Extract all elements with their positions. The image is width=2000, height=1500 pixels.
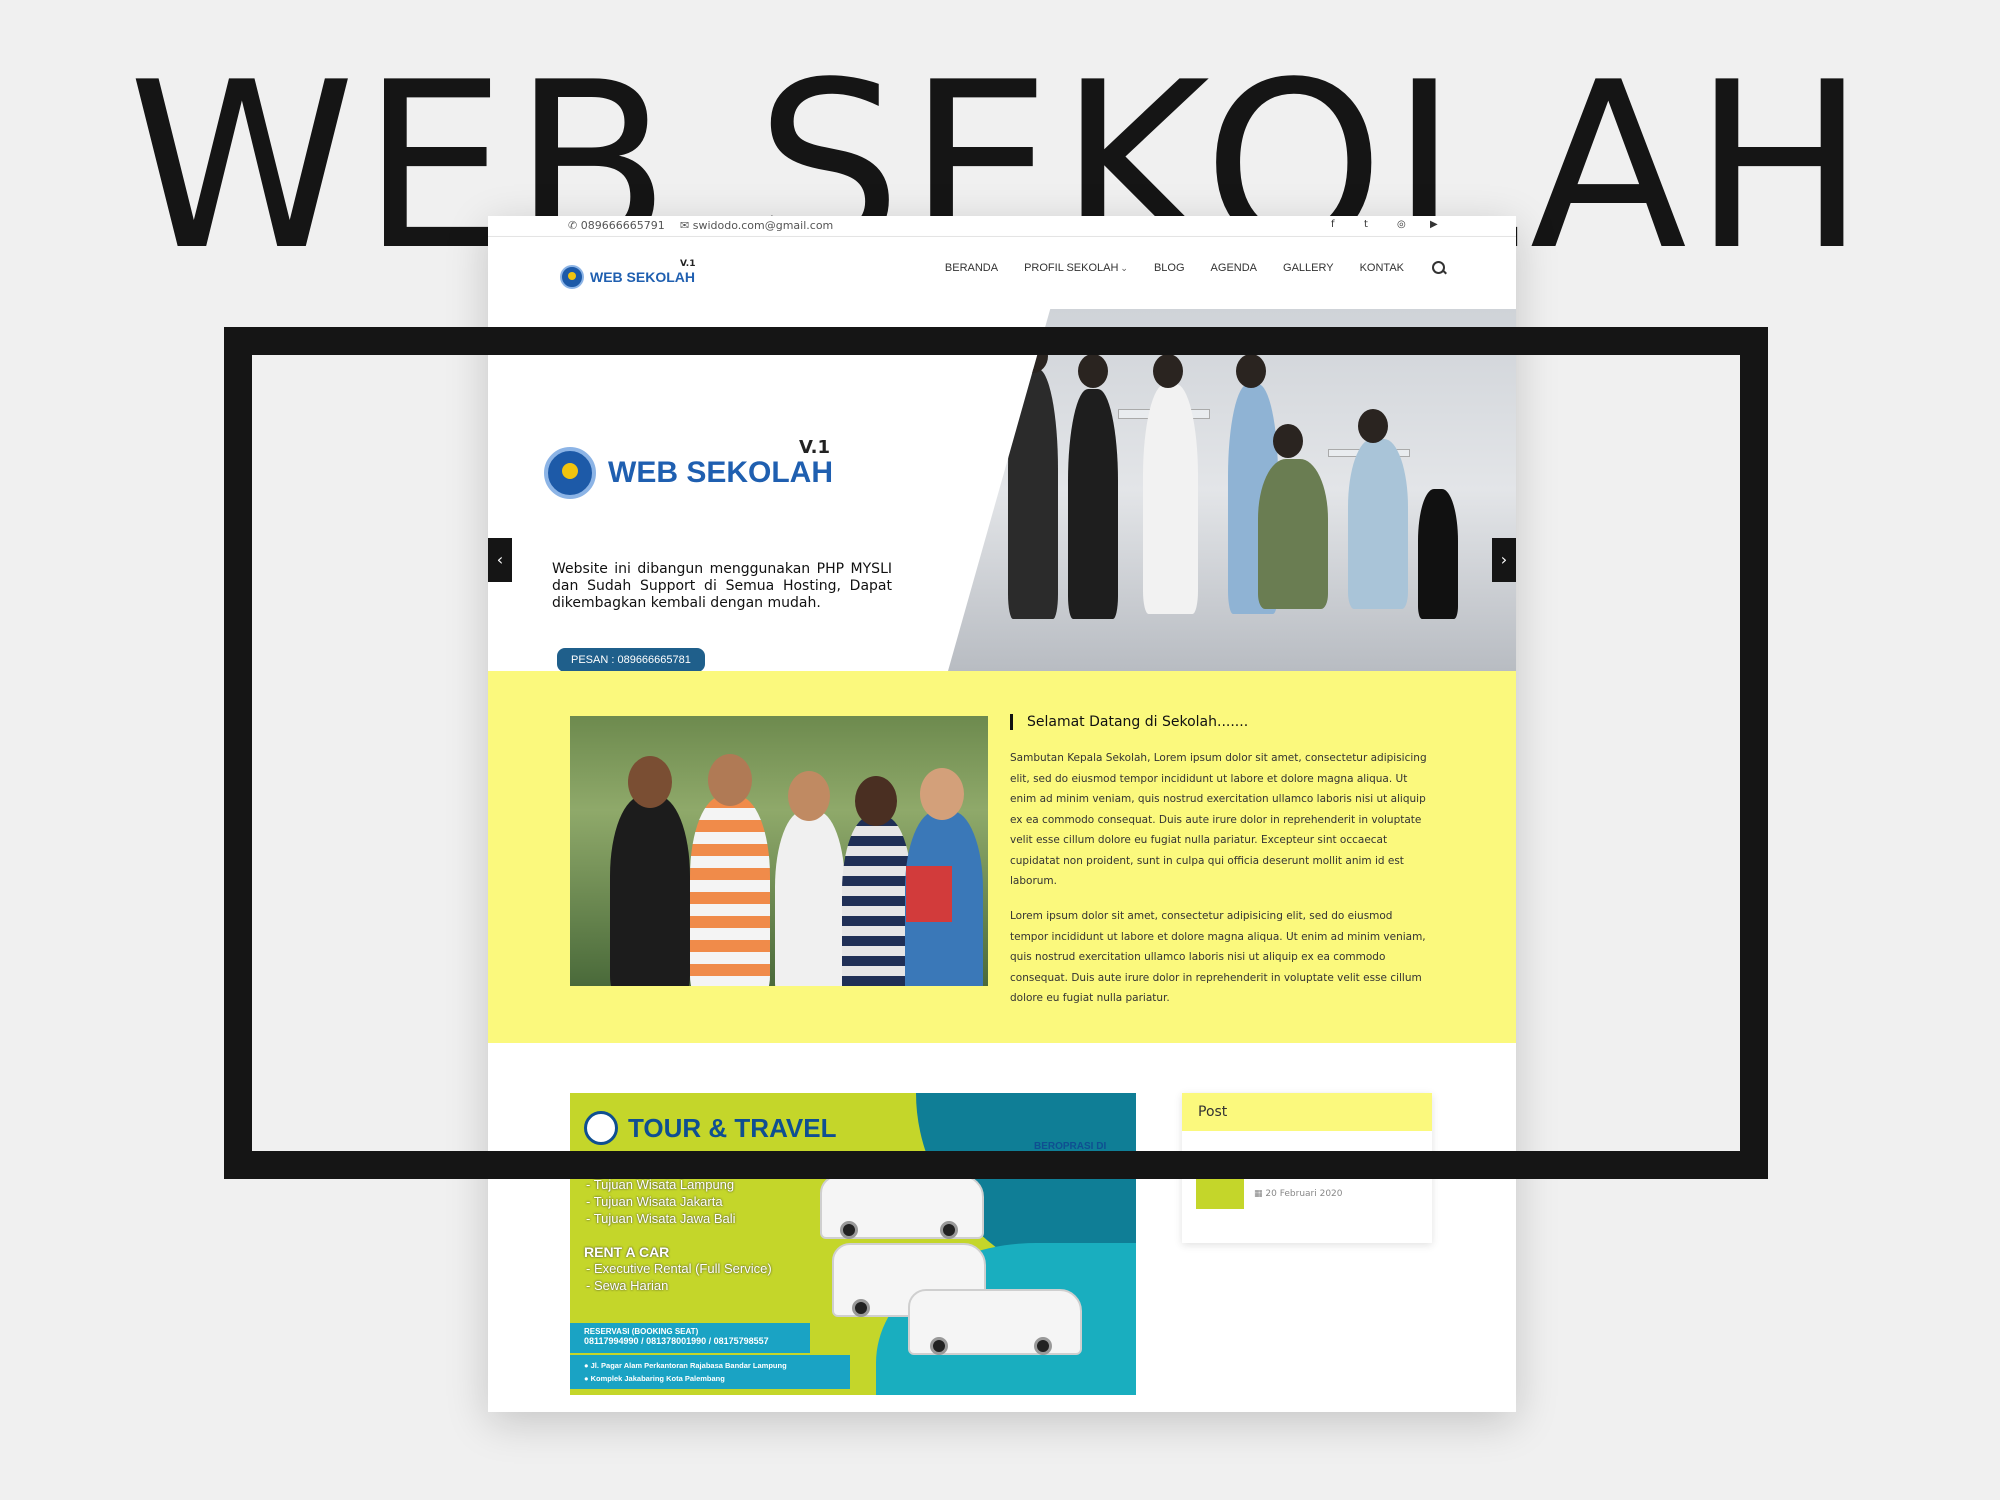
post-widget-heading: Post <box>1182 1093 1432 1131</box>
phone-icon: ✆ <box>568 219 581 232</box>
address-line-1: ● Jl. Pagar Alam Perkantoran Rajabasa Ba… <box>584 1361 787 1370</box>
students-photo <box>570 716 988 986</box>
person-figure <box>1068 389 1118 619</box>
menu-item-blog[interactable]: BLOG <box>1154 262 1185 274</box>
person-head <box>788 771 830 821</box>
school-emblem-icon <box>544 447 596 499</box>
twitter-icon[interactable]: t <box>1364 219 1368 230</box>
person-head <box>628 756 672 808</box>
school-emblem-icon <box>560 265 584 289</box>
main-menu: BERANDA PROFIL SEKOLAH ⌄ BLOG AGENDA GALL… <box>919 261 1446 275</box>
welcome-section: Selamat Datang di Sekolah....... Sambuta… <box>488 671 1516 1043</box>
rent-title: RENT A CAR <box>584 1244 670 1260</box>
person-figure <box>1008 369 1058 619</box>
person-head <box>1078 354 1108 388</box>
post-thumbnail[interactable] <box>1196 1177 1244 1209</box>
menu-item-agenda[interactable]: AGENDA <box>1211 262 1257 274</box>
menu-item-profil-sekolah[interactable]: PROFIL SEKOLAH ⌄ <box>1024 262 1128 274</box>
tour-line-2: - Tujuan Wisata Jakarta <box>586 1194 723 1209</box>
top-bar: ✆ 089666665791 ✉ swidodo.com@gmail.com f… <box>488 216 1516 237</box>
person-figure <box>842 816 912 986</box>
hero-slider: WEB SEKOLAH V.1 Website ini dibangun men… <box>488 309 1516 671</box>
tour-line-1: - Tujuan Wisata Lampung <box>586 1177 735 1192</box>
reservation-label: RESERVASI (BOOKING SEAT) <box>584 1327 699 1336</box>
chair-shape <box>1418 489 1458 619</box>
wheel-shape <box>930 1337 948 1355</box>
calendar-icon: ▦ <box>1254 1189 1266 1199</box>
topbar-email[interactable]: ✉ swidodo.com@gmail.com <box>680 219 833 232</box>
banner-title: TOUR & TRAVEL <box>628 1113 837 1143</box>
site-logo[interactable]: WEB SEKOLAH V.1 <box>560 259 696 289</box>
person-head <box>1153 354 1183 388</box>
topbar-phone-text: 089666665791 <box>580 219 665 232</box>
address-line-1-text: Jl. Pagar Alam Perkantoran Rajabasa Band… <box>590 1361 787 1370</box>
hero-logo: WEB SEKOLAH V.1 <box>544 437 833 499</box>
wheel-shape <box>840 1221 858 1239</box>
wheel-shape <box>940 1221 958 1239</box>
youtube-icon[interactable]: ▶ <box>1430 219 1438 230</box>
person-head <box>920 768 964 820</box>
person-head <box>855 776 897 826</box>
slider-prev-arrow[interactable]: ‹ <box>488 538 512 582</box>
welcome-paragraph-2: Lorem ipsum dolor sit amet, consectetur … <box>1010 910 1426 1004</box>
welcome-paragraph-1: Sambutan Kepala Sekolah, Lorem ipsum dol… <box>1010 752 1427 887</box>
wheel-shape <box>852 1299 870 1317</box>
person-head <box>708 754 752 806</box>
rent-line-1: - Executive Rental (Full Service) <box>586 1261 772 1276</box>
travel-logo-icon <box>584 1111 618 1145</box>
person-figure <box>690 796 770 986</box>
menu-item-kontak[interactable]: KONTAK <box>1360 262 1404 274</box>
tour-line-3: - Tujuan Wisata Jawa Bali <box>586 1211 736 1226</box>
person-figure <box>1348 439 1408 609</box>
website-preview: ✆ 089666665791 ✉ swidodo.com@gmail.com f… <box>488 216 1516 1412</box>
post-date: ▦ 20 Februari 2020 <box>1254 1189 1343 1199</box>
hero-logo-text: WEB SEKOLAH <box>608 456 833 489</box>
menu-item-gallery[interactable]: GALLERY <box>1283 262 1334 274</box>
van-shape <box>820 1175 984 1239</box>
person-head <box>1358 409 1388 443</box>
person-head <box>1236 354 1266 388</box>
person-figure <box>1143 384 1198 614</box>
search-icon[interactable] <box>1432 261 1446 275</box>
reservation-box: RESERVASI (BOOKING SEAT) 08117994990 / 0… <box>570 1323 810 1353</box>
welcome-title: Selamat Datang di Sekolah....... <box>1010 714 1248 730</box>
facebook-icon[interactable]: f <box>1331 219 1335 230</box>
menu-item-profil-sekolah-label: PROFIL SEKOLAH <box>1024 262 1119 274</box>
address-line-2: ● Komplek Jakabaring Kota Palembang <box>584 1374 725 1383</box>
main-navbar: WEB SEKOLAH V.1 BERANDA PROFIL SEKOLAH ⌄ … <box>488 237 1516 309</box>
person-head <box>1273 424 1303 458</box>
hero-description: Website ini dibangun menggunakan PHP MYS… <box>552 561 892 611</box>
site-logo-text: WEB SEKOLAH <box>590 269 695 285</box>
chevron-down-icon: ⌄ <box>1120 263 1128 273</box>
post-date-text: 20 Februari 2020 <box>1265 1189 1343 1199</box>
reservation-phones: 08117994990 / 081378001990 / 08175798557 <box>584 1336 769 1346</box>
person-head <box>1018 339 1048 373</box>
rent-line-2: - Sewa Harian <box>586 1278 669 1293</box>
mail-icon: ✉ <box>680 219 693 232</box>
suv-shape <box>908 1289 1082 1355</box>
pesan-button[interactable]: PESAN : 089666665781 <box>557 648 705 671</box>
tour-travel-banner[interactable]: TOUR & TRAVEL BEROPRASI DI - Tujuan Wisa… <box>570 1093 1136 1395</box>
wheel-shape <box>1034 1337 1052 1355</box>
instagram-icon[interactable]: ◎ <box>1397 219 1406 230</box>
slider-next-arrow[interactable]: › <box>1492 538 1516 582</box>
topbar-phone[interactable]: ✆ 089666665791 <box>568 219 665 232</box>
book-shape <box>906 866 952 922</box>
post-widget: Post ▦ 20 Februari 2020 <box>1182 1093 1432 1243</box>
hero-logo-version: V.1 <box>799 437 830 458</box>
address-line-2-text: Komplek Jakabaring Kota Palembang <box>590 1374 725 1383</box>
topbar-email-text: swidodo.com@gmail.com <box>692 219 834 232</box>
person-figure <box>610 796 690 986</box>
banner-corner-text: BEROPRASI DI <box>1034 1141 1107 1152</box>
person-figure <box>775 811 845 986</box>
person-figure <box>1258 459 1328 609</box>
hero-students-photo <box>948 309 1516 671</box>
site-logo-version: V.1 <box>680 259 696 269</box>
menu-item-beranda[interactable]: BERANDA <box>945 262 998 274</box>
address-box: ● Jl. Pagar Alam Perkantoran Rajabasa Ba… <box>570 1355 850 1389</box>
